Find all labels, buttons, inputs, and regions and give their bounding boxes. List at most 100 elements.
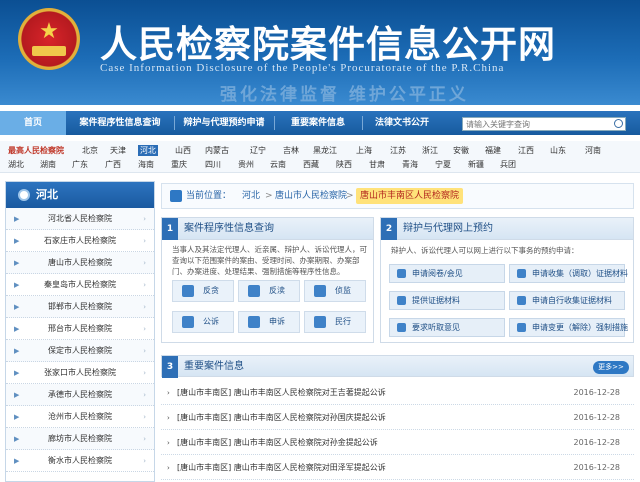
region-link[interactable]: 兵团 — [500, 159, 516, 170]
document-icon — [517, 323, 526, 332]
region-link[interactable]: 辽宁 — [250, 145, 266, 156]
nav-case-query[interactable]: 案件程序性信息查询 — [66, 111, 174, 135]
region-link[interactable]: 海南 — [138, 159, 154, 170]
sidebar-item[interactable]: ▶ 衡水市人民检察院 › — [6, 450, 154, 472]
case-row[interactable]: › [唐山市丰南区] 唐山市丰南区人民检察院对王吉著提起公诉 2016-12-28 — [161, 381, 634, 405]
sidebar-item-label: 承德市人民检察院 — [48, 390, 112, 399]
region-link[interactable]: 西藏 — [303, 159, 319, 170]
region-link[interactable]: 安徽 — [453, 145, 469, 156]
case-row[interactable]: › [唐山市丰南区] 唐山市丰南区人民检察院对田泽军提起公诉 2016-12-28 — [161, 456, 634, 480]
sidebar-header: 河北 — [6, 182, 154, 208]
anti-malfeasance-button[interactable]: 反渎 — [238, 280, 300, 302]
sidebar-item[interactable]: ▶ 保定市人民检察院 › — [6, 340, 154, 362]
region-link[interactable]: 山东 — [550, 145, 566, 156]
sidebar-item[interactable]: ▶ 承德市人民检察院 › — [6, 384, 154, 406]
sidebar-item[interactable]: ▶ 廊坊市人民检察院 › — [6, 428, 154, 450]
search-icon[interactable] — [614, 119, 623, 128]
nav-legal-documents[interactable]: 法律文书公开 — [362, 111, 442, 135]
region-link[interactable]: 福建 — [485, 145, 501, 156]
apply-collect-evidence-button[interactable]: 申请收集（调取）证据材料 — [509, 264, 628, 283]
region-link[interactable]: 江西 — [518, 145, 534, 156]
region-link[interactable]: 北京 — [82, 145, 98, 156]
panel-header: 3 重要案件信息 更多>> — [161, 355, 634, 378]
sidebar-title: 河北 — [36, 188, 58, 201]
case-title[interactable]: [唐山市丰南区] 唐山市丰南区人民检察院对孙国庆提起公诉 — [177, 406, 386, 430]
region-link[interactable]: 江苏 — [390, 145, 406, 156]
nav-home[interactable]: 首页 — [0, 111, 66, 135]
public-prosecution-button[interactable]: 公诉 — [172, 311, 234, 333]
nav-important-cases[interactable]: 重要案件信息 — [274, 111, 362, 135]
case-title[interactable]: [唐山市丰南区] 唐山市丰南区人民检察院对王吉著提起公诉 — [177, 381, 386, 405]
document-icon — [314, 285, 326, 297]
region-link[interactable]: 新疆 — [468, 159, 484, 170]
sidebar-item-label: 河北省人民检察院 — [48, 214, 112, 223]
sidebar-item[interactable]: ▶ 邯郸市人民检察院 › — [6, 296, 154, 318]
anti-corruption-button[interactable]: 反贪 — [172, 280, 234, 302]
nav-defense-appointment[interactable]: 辩护与代理预约申请 — [174, 111, 274, 135]
case-row[interactable]: › [唐山市丰南区] 唐山市丰南区人民检察院对孙国庆提起公诉 2016-12-28 — [161, 406, 634, 430]
region-link[interactable]: 重庆 — [171, 159, 187, 170]
home-icon — [170, 190, 182, 202]
provide-evidence-button[interactable]: 提供证据材料 — [389, 291, 505, 310]
region-link[interactable]: 宁夏 — [435, 159, 451, 170]
apply-change-measures-button[interactable]: 申请变更（解除）强制措施 — [509, 318, 628, 337]
region-link[interactable]: 湖南 — [40, 159, 56, 170]
case-title[interactable]: [唐山市丰南区] 唐山市丰南区人民检察院对田泽军提起公诉 — [177, 456, 386, 480]
case-row[interactable]: › [唐山市丰南区] 唐山市丰南区人民检察院对孙金提起公诉 2016-12-28 — [161, 431, 634, 455]
region-link[interactable]: 山西 — [175, 145, 191, 156]
document-icon — [248, 285, 260, 297]
case-title[interactable]: [唐山市丰南区] 唐山市丰南区人民检察院对孙金提起公诉 — [177, 431, 378, 455]
region-link[interactable]: 广西 — [105, 159, 121, 170]
region-link-selected[interactable]: 河北 — [138, 145, 158, 156]
chevron-right-icon: › — [143, 259, 146, 267]
search-input[interactable] — [463, 118, 611, 130]
sidebar-item[interactable]: ▶ 河北省人民检察院 › — [6, 208, 154, 230]
investigation-supervision-button[interactable]: 侦监 — [304, 280, 366, 302]
request-hearing-button[interactable]: 要求听取意见 — [389, 318, 505, 337]
region-link[interactable]: 河南 — [585, 145, 601, 156]
region-link[interactable]: 贵州 — [238, 159, 254, 170]
case-date: 2016-12-28 — [573, 438, 621, 447]
region-link[interactable]: 黑龙江 — [313, 145, 337, 156]
arrow-right-icon: ▶ — [14, 325, 20, 333]
sidebar-item[interactable]: ▶ 张家口市人民检察院 › — [6, 362, 154, 384]
breadcrumb: 当前位置： 河北 > 唐山市人民检察院 > 唐山市丰南区人民检察院 — [161, 183, 634, 209]
region-link[interactable]: 浙江 — [422, 145, 438, 156]
region-link[interactable]: 广东 — [72, 159, 88, 170]
document-icon — [397, 269, 406, 278]
region-link[interactable]: 湖北 — [8, 159, 24, 170]
region-link[interactable]: 四川 — [205, 159, 221, 170]
sidebar-item-label: 沧州市人民检察院 — [48, 412, 112, 421]
sidebar-item[interactable]: ▶ 唐山市人民检察院 › — [6, 252, 154, 274]
region-link[interactable]: 甘肃 — [369, 159, 385, 170]
appeal-button[interactable]: 申诉 — [238, 311, 300, 333]
bullet-icon: › — [167, 464, 170, 472]
region-spp[interactable]: 最高人民检察院 — [8, 145, 64, 156]
arrow-right-icon: ▶ — [14, 435, 20, 443]
chevron-right-icon: › — [143, 325, 146, 333]
chevron-right-icon: › — [143, 457, 146, 465]
sidebar-item[interactable]: ▶ 邢台市人民检察院 › — [6, 318, 154, 340]
star-icon: ★ — [39, 19, 59, 44]
apply-read-files-button[interactable]: 申请阅卷/会见 — [389, 264, 505, 283]
civil-administrative-button[interactable]: 民行 — [304, 311, 366, 333]
national-emblem-logo: ★ — [18, 8, 80, 70]
region-link[interactable]: 青海 — [402, 159, 418, 170]
breadcrumb-item[interactable]: 河北 — [242, 184, 260, 208]
arrow-right-icon: ▶ — [14, 347, 20, 355]
breadcrumb-item[interactable]: 唐山市人民检察院 — [275, 184, 347, 208]
apply-self-collect-evidence-button[interactable]: 申请自行收集证据材料 — [509, 291, 625, 310]
region-link[interactable]: 吉林 — [283, 145, 299, 156]
sidebar-item[interactable]: ▶ 秦皇岛市人民检察院 › — [6, 274, 154, 296]
more-button[interactable]: 更多>> — [593, 361, 629, 374]
region-link[interactable]: 陕西 — [336, 159, 352, 170]
arrow-right-icon: ▶ — [14, 281, 20, 289]
sidebar-item-label: 保定市人民检察院 — [48, 346, 112, 355]
region-link[interactable]: 上海 — [356, 145, 372, 156]
region-link[interactable]: 内蒙古 — [205, 145, 229, 156]
chevron-right-icon: › — [143, 347, 146, 355]
sidebar-item[interactable]: ▶ 沧州市人民检察院 › — [6, 406, 154, 428]
region-link[interactable]: 云南 — [270, 159, 286, 170]
sidebar-item[interactable]: ▶ 石家庄市人民检察院 › — [6, 230, 154, 252]
region-link[interactable]: 天津 — [110, 145, 126, 156]
